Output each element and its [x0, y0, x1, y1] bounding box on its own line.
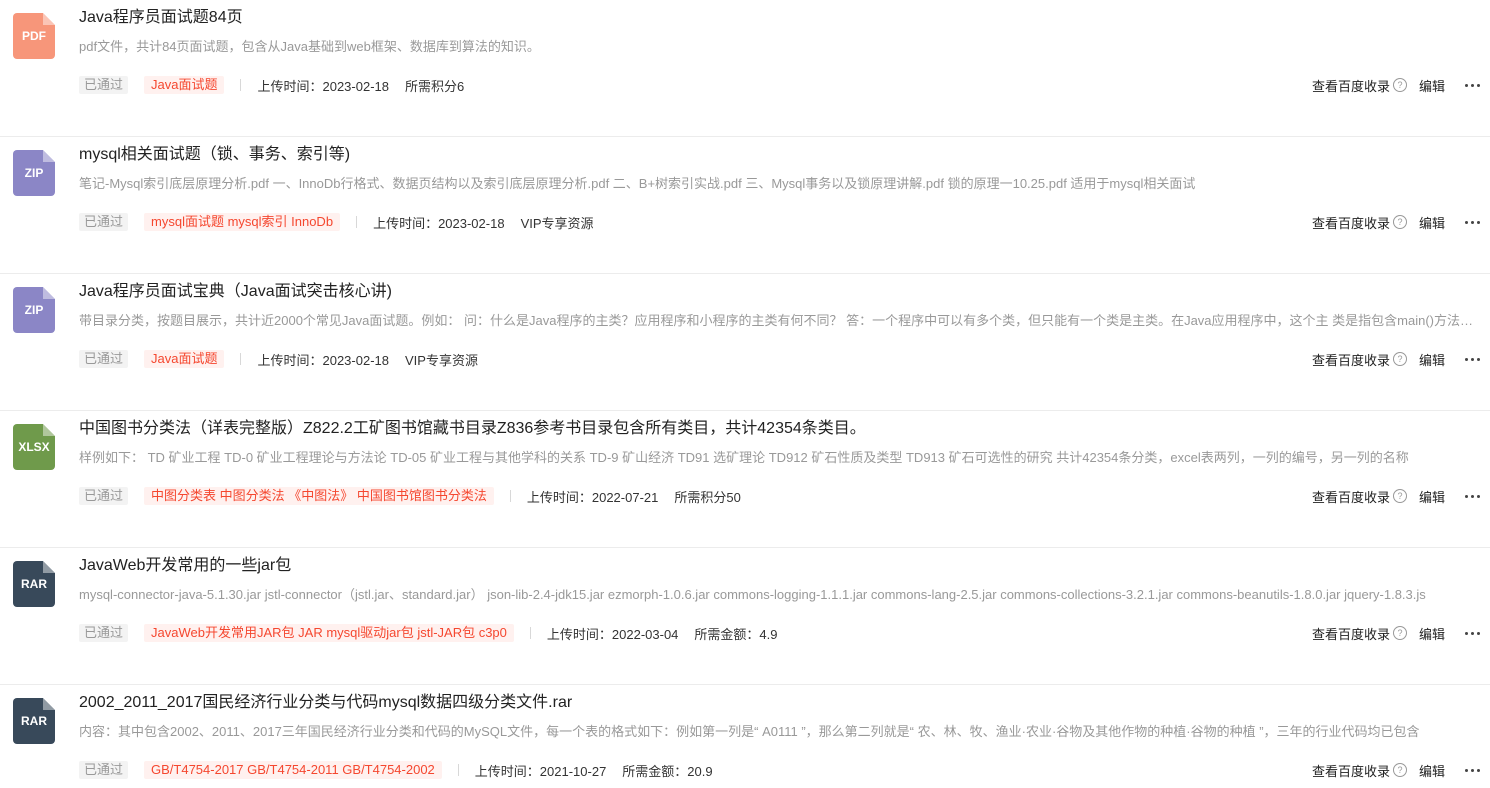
- resource-meta: 已通过 Java面试题 上传时间：2023-02-18 VIP专享资源: [79, 349, 478, 369]
- baidu-index-link[interactable]: 查看百度收录: [1312, 624, 1390, 643]
- resource-description: 样例如下： TD 矿业工程 TD-0 矿业工程理论与方法论 TD-05 矿业工程…: [79, 450, 1409, 465]
- status-badge: 已通过: [79, 761, 129, 779]
- resource-description: 带目录分类，按题目展示，共计近2000个常见Java面试题。例如： 问：什么是J…: [79, 313, 1485, 328]
- pdf-file-icon: PDF: [13, 13, 55, 59]
- edit-button[interactable]: 编辑: [1419, 761, 1445, 780]
- status-badge: 已通过: [79, 213, 129, 231]
- tag-list: Java面试题: [144, 350, 225, 368]
- baidu-index-link[interactable]: 查看百度收录: [1312, 76, 1390, 95]
- more-icon[interactable]: [1465, 354, 1480, 365]
- list-item: RAR JavaWeb开发常用的一些jar包 mysql-connector-j…: [0, 548, 1490, 685]
- price-info: 所需金额：4.9: [694, 626, 778, 642]
- upload-time: 上传时间：2023-02-18: [257, 352, 389, 368]
- more-icon[interactable]: [1465, 491, 1480, 502]
- xlsx-file-icon: XLSX: [13, 424, 55, 470]
- item-actions: 查看百度收录 ? 编辑: [1312, 486, 1480, 506]
- meta-divider: [529, 627, 531, 639]
- more-icon[interactable]: [1465, 80, 1480, 91]
- list-item: XLSX 中国图书分类法（详表完整版）Z822.2工矿图书馆藏书目录Z836参考…: [0, 411, 1490, 548]
- tag-list: GB/T4754-2017 GB/T4754-2011 GB/T4754-200…: [144, 761, 442, 779]
- rar-file-icon: RAR: [13, 561, 55, 607]
- help-icon[interactable]: ?: [1392, 763, 1407, 777]
- help-icon[interactable]: ?: [1392, 352, 1407, 366]
- resource-meta: 已通过 Java面试题 上传时间：2023-02-18 所需积分6: [79, 75, 464, 95]
- meta-divider: [240, 353, 242, 365]
- edit-button[interactable]: 编辑: [1419, 76, 1445, 95]
- resource-title[interactable]: 2002_2011_2017国民经济行业分类与代码mysql数据四级分类文件.r…: [79, 693, 572, 713]
- edit-button[interactable]: 编辑: [1419, 624, 1445, 643]
- list-item: ZIP Java程序员面试宝典（Java面试突击核心讲) 带目录分类，按题目展示…: [0, 274, 1490, 411]
- edit-button[interactable]: 编辑: [1419, 213, 1445, 232]
- price-info: 所需积分50: [674, 489, 741, 505]
- list-item: RAR 2002_2011_2017国民经济行业分类与代码mysql数据四级分类…: [0, 685, 1490, 788]
- item-actions: 查看百度收录 ? 编辑: [1312, 75, 1480, 95]
- status-badge: 已通过: [79, 350, 129, 368]
- meta-divider: [457, 764, 459, 776]
- help-icon[interactable]: ?: [1392, 78, 1407, 92]
- resource-title[interactable]: 中国图书分类法（详表完整版）Z822.2工矿图书馆藏书目录Z836参考书目录包含…: [79, 419, 866, 439]
- tag-list: 中图分类表 中图分类法 《中图法》 中国图书馆图书分类法: [144, 487, 494, 505]
- resource-meta: 已通过 mysql面试题 mysql索引 InnoDb 上传时间：2023-02…: [79, 212, 594, 232]
- more-icon[interactable]: [1465, 765, 1480, 776]
- zip-file-icon: ZIP: [13, 150, 55, 196]
- tag-list: mysql面试题 mysql索引 InnoDb: [144, 213, 341, 231]
- list-item: PDF Java程序员面试题84页 pdf文件，共计84页面试题，包含从Java…: [0, 0, 1490, 137]
- resource-meta: 已通过 JavaWeb开发常用JAR包 JAR mysql驱动jar包 jstl…: [79, 623, 777, 643]
- meta-divider: [509, 490, 511, 502]
- meta-divider: [240, 79, 242, 91]
- more-icon[interactable]: [1465, 217, 1480, 228]
- item-actions: 查看百度收录 ? 编辑: [1312, 349, 1480, 369]
- resource-title[interactable]: JavaWeb开发常用的一些jar包: [79, 556, 291, 576]
- resource-title[interactable]: mysql相关面试题（锁、事务、索引等): [79, 145, 350, 165]
- upload-time: 上传时间：2022-03-04: [546, 626, 679, 642]
- item-actions: 查看百度收录 ? 编辑: [1312, 760, 1480, 780]
- status-badge: 已通过: [79, 487, 129, 505]
- item-actions: 查看百度收录 ? 编辑: [1312, 212, 1480, 232]
- meta-divider: [356, 216, 358, 228]
- price-info: VIP专享资源: [404, 352, 478, 368]
- help-icon[interactable]: ?: [1392, 215, 1407, 229]
- tag-list: JavaWeb开发常用JAR包 JAR mysql驱动jar包 jstl-JAR…: [144, 624, 514, 642]
- resource-description: 内容：其中包含2002、2011、2017三年国民经济行业分类和代码的MySQL…: [79, 724, 1420, 739]
- help-icon[interactable]: ?: [1392, 626, 1407, 640]
- resource-description: pdf文件，共计84页面试题，包含从Java基础到web框架、数据库到算法的知识…: [79, 39, 540, 54]
- resource-meta: 已通过 GB/T4754-2017 GB/T4754-2011 GB/T4754…: [79, 760, 713, 780]
- resource-list: PDF Java程序员面试题84页 pdf文件，共计84页面试题，包含从Java…: [0, 0, 1490, 788]
- baidu-index-link[interactable]: 查看百度收录: [1312, 350, 1390, 369]
- rar-file-icon: RAR: [13, 698, 55, 744]
- price-info: 所需金额：20.9: [622, 763, 713, 779]
- edit-button[interactable]: 编辑: [1419, 350, 1445, 369]
- resource-title[interactable]: Java程序员面试题84页: [79, 8, 243, 28]
- zip-file-icon: ZIP: [13, 287, 55, 333]
- item-actions: 查看百度收录 ? 编辑: [1312, 623, 1480, 643]
- price-info: VIP专享资源: [520, 215, 594, 231]
- baidu-index-link[interactable]: 查看百度收录: [1312, 213, 1390, 232]
- price-info: 所需积分6: [404, 78, 465, 94]
- help-icon[interactable]: ?: [1392, 489, 1407, 503]
- resource-meta: 已通过 中图分类表 中图分类法 《中图法》 中国图书馆图书分类法 上传时间：20…: [79, 486, 741, 506]
- resource-description: mysql-connector-java-5.1.30.jar jstl-con…: [79, 587, 1426, 602]
- upload-time: 上传时间：2023-02-18: [373, 215, 505, 231]
- upload-time: 上传时间：2022-07-21: [526, 489, 659, 505]
- upload-time: 上传时间：2021-10-27: [474, 763, 607, 779]
- edit-button[interactable]: 编辑: [1419, 487, 1445, 506]
- resource-title[interactable]: Java程序员面试宝典（Java面试突击核心讲): [79, 282, 392, 302]
- baidu-index-link[interactable]: 查看百度收录: [1312, 487, 1390, 506]
- baidu-index-link[interactable]: 查看百度收录: [1312, 761, 1390, 780]
- status-badge: 已通过: [79, 624, 129, 642]
- status-badge: 已通过: [79, 76, 129, 94]
- more-icon[interactable]: [1465, 628, 1480, 639]
- list-item: ZIP mysql相关面试题（锁、事务、索引等) 笔记-Mysql索引底层原理分…: [0, 137, 1490, 274]
- tag-list: Java面试题: [144, 76, 225, 94]
- upload-time: 上传时间：2023-02-18: [257, 78, 389, 94]
- resource-description: 笔记-Mysql索引底层原理分析.pdf 一、InnoDb行格式、数据页结构以及…: [79, 176, 1196, 191]
